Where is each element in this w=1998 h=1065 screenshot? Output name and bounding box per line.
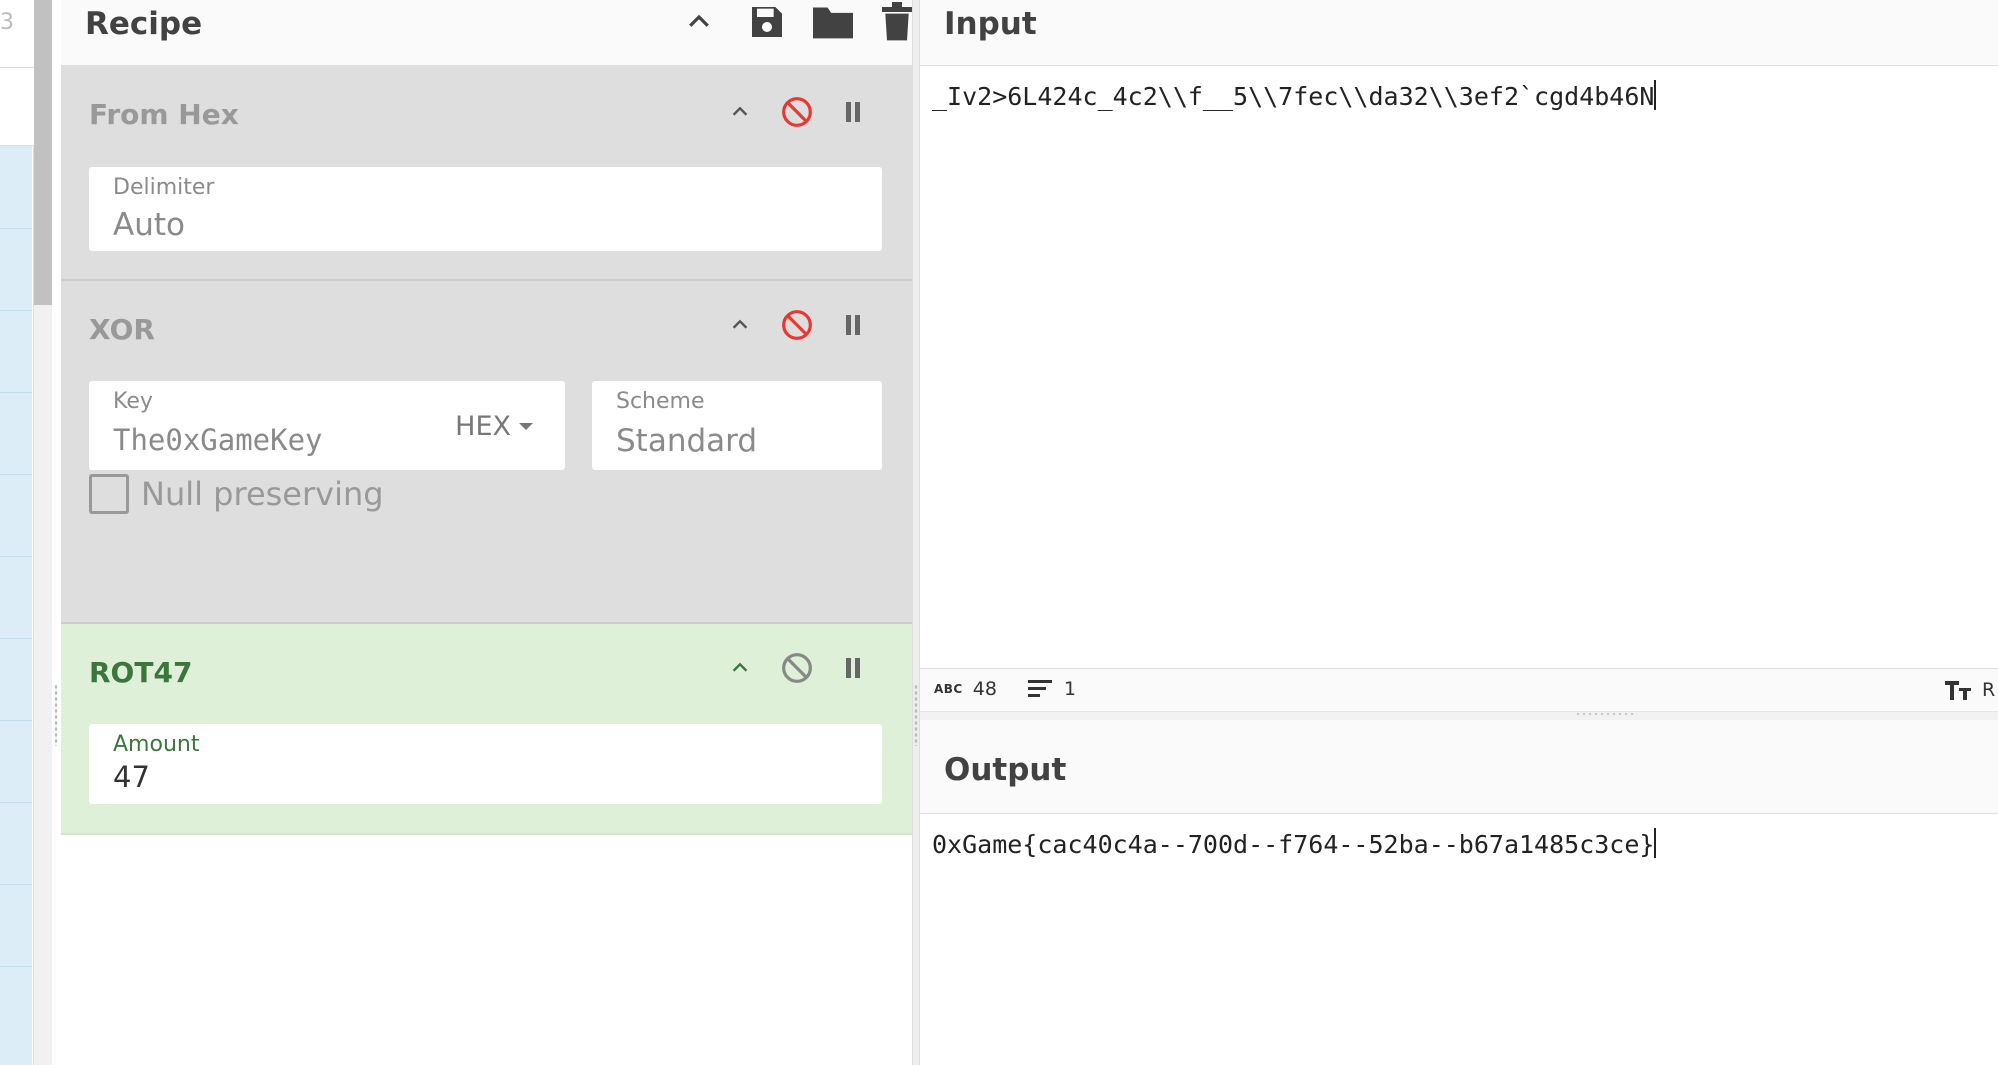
io-resize-handle[interactable] bbox=[1575, 712, 1637, 716]
field-value: Standard bbox=[616, 423, 758, 459]
operation-title: From Hex bbox=[89, 98, 239, 131]
output-header: Output bbox=[920, 720, 1998, 814]
input-panel: Input _Iv2>6L424c_4c2\\f__5\\7fec\\da32\… bbox=[920, 0, 1998, 668]
field-value: 47 bbox=[113, 760, 150, 794]
output-title: Output bbox=[944, 752, 1067, 788]
breakpoint-button[interactable] bbox=[833, 92, 873, 132]
recipe-header: Recipe bbox=[61, 0, 912, 66]
collapse-op-button[interactable] bbox=[720, 92, 760, 132]
caret-down-icon bbox=[519, 423, 533, 430]
chevron-up-icon bbox=[689, 14, 709, 27]
field-value: Auto bbox=[113, 207, 185, 243]
lines-value: 1 bbox=[1064, 678, 1077, 700]
key-format-label: HEX bbox=[455, 411, 511, 442]
operations-strip: 3 bbox=[0, 0, 34, 1065]
key-format-dropdown[interactable]: HEX bbox=[455, 411, 533, 442]
ops-list-highlight bbox=[0, 146, 32, 1065]
output-text-value: 0xGame{cac40c4a--700d--f764--52ba--b67a1… bbox=[932, 830, 1655, 859]
field-label: Delimiter bbox=[113, 175, 215, 200]
pause-icon bbox=[846, 315, 860, 335]
pause-icon bbox=[846, 102, 860, 122]
operation-rot47[interactable]: ROT47 Amount 47 bbox=[61, 624, 912, 835]
collapse-op-button[interactable] bbox=[720, 648, 760, 688]
breakpoint-button[interactable] bbox=[833, 648, 873, 688]
ops-scrollbar-thumb[interactable] bbox=[34, 0, 52, 305]
recipe-resize-handle[interactable] bbox=[914, 684, 918, 746]
scheme-field[interactable]: Scheme Standard bbox=[592, 381, 882, 470]
input-header: Input bbox=[920, 0, 1998, 66]
checkbox-box[interactable] bbox=[89, 474, 129, 514]
operation-xor[interactable]: XOR Key The0xGameKey HEX Scheme Standard… bbox=[61, 281, 912, 624]
trash-icon bbox=[882, 2, 912, 41]
length-stat: ABC 48 bbox=[934, 678, 997, 700]
disable-op-button[interactable] bbox=[777, 648, 817, 688]
input-title: Input bbox=[944, 6, 1037, 42]
disable-icon bbox=[782, 97, 812, 127]
field-label: Scheme bbox=[616, 389, 705, 414]
output-panel: Output 0xGame{cac40c4a--700d--f764--52ba… bbox=[920, 720, 1998, 1065]
save-icon bbox=[752, 7, 782, 37]
io-divider[interactable] bbox=[920, 712, 1998, 720]
disable-op-button[interactable] bbox=[777, 92, 817, 132]
font-toggle-label: R bbox=[1982, 679, 1996, 701]
output-text[interactable]: 0xGame{cac40c4a--700d--f764--52ba--b67a1… bbox=[932, 828, 1657, 859]
abc-icon: ABC bbox=[934, 682, 963, 696]
breakpoint-button[interactable] bbox=[833, 305, 873, 345]
field-value: The0xGameKey bbox=[113, 423, 323, 457]
text-cursor bbox=[1654, 80, 1657, 110]
length-value: 48 bbox=[972, 678, 997, 700]
delimiter-field[interactable]: Delimiter Auto bbox=[89, 167, 882, 251]
lines-icon bbox=[1028, 680, 1052, 697]
operation-from-hex[interactable]: From Hex Delimiter Auto bbox=[61, 66, 912, 281]
chevron-up-icon bbox=[732, 319, 748, 329]
null-preserving-checkbox[interactable]: Null preserving bbox=[89, 474, 384, 514]
panel-divider[interactable] bbox=[912, 0, 920, 1065]
lines-stat: 1 bbox=[1028, 678, 1076, 700]
input-text-value: _Iv2>6L424c_4c2\\f__5\\7fec\\da32\\3ef2`… bbox=[932, 82, 1655, 111]
chevron-up-icon bbox=[732, 106, 748, 116]
operation-title: ROT47 bbox=[89, 656, 193, 689]
recipe-panel: Recipe From Hex Delimiter Auto XOR Key T… bbox=[61, 0, 912, 1065]
input-status-bar: ABC 48 1 R bbox=[920, 668, 1998, 712]
text-cursor bbox=[1654, 828, 1657, 858]
disable-icon bbox=[782, 310, 812, 340]
collapse-op-button[interactable] bbox=[720, 305, 760, 345]
key-field[interactable]: Key The0xGameKey HEX bbox=[89, 381, 565, 470]
ops-resize-handle[interactable] bbox=[54, 684, 58, 746]
disable-icon bbox=[782, 653, 812, 683]
ops-strip-top-cell: 3 bbox=[0, 0, 34, 68]
folder-icon bbox=[813, 7, 853, 39]
save-recipe-button[interactable] bbox=[745, 0, 789, 44]
operation-title: XOR bbox=[89, 313, 155, 346]
pause-icon bbox=[846, 658, 860, 678]
field-label: Amount bbox=[113, 732, 200, 757]
amount-field[interactable]: Amount 47 bbox=[89, 724, 882, 804]
ops-strip-top-label: 3 bbox=[0, 10, 14, 35]
font-toggle[interactable]: R bbox=[1944, 678, 1995, 702]
ops-strip-cell bbox=[0, 68, 34, 146]
disable-op-button[interactable] bbox=[777, 305, 817, 345]
text-size-icon bbox=[1945, 681, 1971, 700]
recipe-title: Recipe bbox=[85, 6, 203, 42]
collapse-all-button[interactable] bbox=[677, 0, 721, 44]
chevron-up-icon bbox=[732, 662, 748, 672]
checkbox-label: Null preserving bbox=[141, 475, 384, 513]
field-label: Key bbox=[113, 389, 153, 414]
input-text[interactable]: _Iv2>6L424c_4c2\\f__5\\7fec\\da32\\3ef2`… bbox=[932, 80, 1657, 111]
load-recipe-button[interactable] bbox=[811, 0, 855, 44]
